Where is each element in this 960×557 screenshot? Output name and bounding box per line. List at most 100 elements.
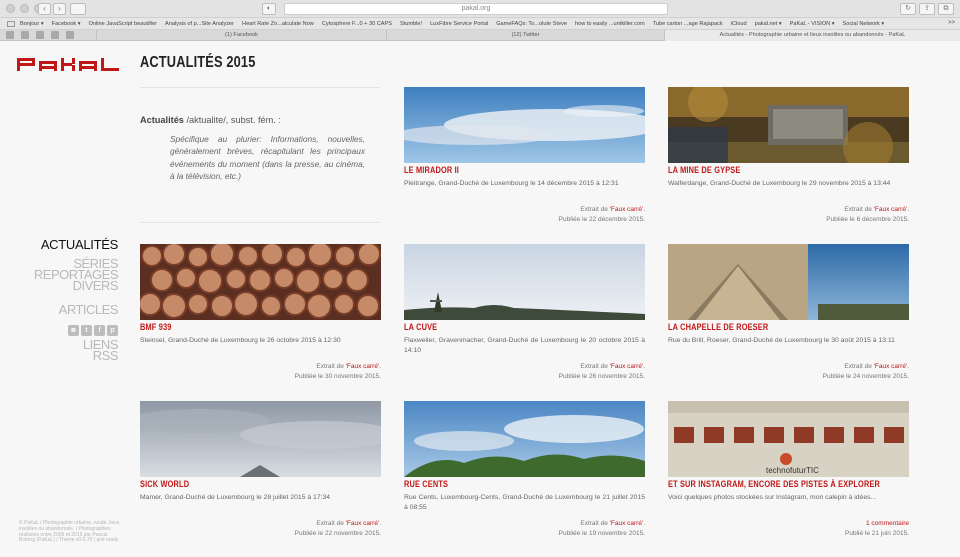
post-series: Extrait de 'Faux carré'. [580, 363, 645, 370]
bookmark-item[interactable]: Online JavaScript beautifier [89, 21, 157, 27]
bookmark-item[interactable]: Heart Rate Zo...alculate Now [242, 21, 314, 27]
post-meta: Walferdange, Grand-Duché de Luxembourg l… [668, 180, 891, 187]
definition-text: Spécifique au plurier: Informations, nou… [170, 134, 365, 181]
tab-twitter[interactable]: (12) Twitter [386, 30, 664, 41]
post-series: Extrait de 'Faux carré'. [844, 206, 909, 213]
post-title[interactable]: BMF 939 [140, 322, 338, 332]
nav-rss[interactable]: RSS [93, 349, 119, 362]
post-title[interactable]: ET SUR INSTAGRAM, ENCORE DES PISTES À EX… [668, 479, 880, 489]
post-footer: Extrait de 'Faux carré'. Publiée le 19 n… [559, 519, 645, 538]
series-link[interactable]: 'Faux carré' [874, 206, 908, 213]
nav-articles[interactable]: ARTICLES [59, 303, 119, 316]
post-thumbnail[interactable] [404, 401, 645, 477]
bookmark-item[interactable]: Analysis of p...Site Analyzer [165, 21, 234, 27]
post-meta: Rue du Brill, Roeser, Grand-Duché de Lux… [668, 337, 895, 344]
close-window-button[interactable] [6, 4, 15, 13]
address-bar[interactable]: pakal.org [284, 3, 668, 15]
post-footer: 1 commentaire Publié le 21 juin 2015. [845, 519, 909, 538]
share-button[interactable]: ⇪ [919, 3, 935, 15]
post-published: Publiée le 30 novembre 2015. [294, 372, 381, 380]
post-thumbnail[interactable]: technofuturTIC [668, 401, 909, 477]
bookmark-item[interactable]: PaKaL - VISION ▾ [790, 21, 835, 27]
post-card: BMF 939 Steinsel, Grand-Duché de Luxembo… [140, 244, 381, 380]
post-card: LA CHAPELLE DE ROESER Rue du Brill, Roes… [668, 244, 909, 380]
divider [140, 87, 380, 88]
bookmark-item[interactable]: pakal.net ▾ [755, 21, 782, 27]
series-link[interactable]: 'Faux carré' [610, 206, 644, 213]
bookmark-item[interactable]: Social Network ▾ [843, 21, 885, 27]
tab-pakal-actualites[interactable]: Actualités - Photographie urbaine et lie… [664, 30, 960, 41]
post-footer: Extrait de 'Faux carré'. Publiée le 22 d… [559, 205, 645, 224]
pinned-tab-icon[interactable] [21, 31, 29, 39]
post-meta: Mamer, Grand-Duché de Luxembourg le 28 j… [140, 494, 331, 501]
definition-pronunciation: /aktualite/, subst. fém. : [183, 115, 281, 125]
nav-group: SÉRIES REPORTAGES DIVERS [34, 257, 119, 292]
tab-facebook[interactable]: (1) Facebook [96, 30, 386, 41]
post-footer: Extrait de 'Faux carré'. Publiée le 24 n… [823, 362, 909, 381]
instagram-icon[interactable]: ◙ [68, 325, 79, 336]
pinned-tab-icon[interactable] [66, 31, 74, 39]
twitter-icon[interactable]: t [81, 325, 92, 336]
post-thumbnail[interactable] [404, 87, 645, 163]
bookmark-item[interactable]: GameFAQs: To...olute Steve [496, 21, 567, 27]
series-link[interactable]: 'Faux carré' [346, 363, 380, 370]
post-meta: Pleitrange, Grand-Duché de Luxembourg le… [404, 180, 619, 187]
tab-bar: (1) Facebook (12) Twitter Actualités - P… [0, 30, 960, 41]
post-meta: Voici quelques photos stockées sur Insta… [668, 494, 877, 501]
bookmark-item[interactable]: Facebook ▾ [52, 21, 81, 27]
post-title[interactable]: LA MINE DE GYPSE [668, 165, 866, 175]
post-title[interactable]: LE MIRADOR II [404, 165, 602, 175]
sidebar-toggle-button[interactable] [70, 3, 86, 15]
bookmark-item[interactable]: Bonjour ▾ [20, 21, 44, 27]
bookmark-item[interactable]: Tube carton ...age Rajapack [653, 21, 723, 27]
site-logo[interactable] [17, 58, 123, 71]
bookmark-item[interactable]: Stumble! [400, 21, 422, 27]
social-links: ◙ t f p [68, 325, 118, 336]
page-title: ACTUALITÉS 2015 [140, 54, 256, 71]
post-thumbnail[interactable] [668, 87, 909, 163]
post-card: LE MIRADOR II Pleitrange, Grand-Duché de… [404, 87, 645, 223]
post-title[interactable]: RUE CENTS [404, 479, 602, 489]
pinterest-icon[interactable]: p [107, 325, 118, 336]
post-thumbnail[interactable] [668, 244, 909, 320]
bookmarks-bar: Bonjour ▾ Facebook ▾ Online JavaScript b… [0, 18, 960, 30]
post-footer: Extrait de 'Faux carré'. Publiée le 26 n… [559, 362, 645, 381]
divider [140, 222, 380, 223]
back-button[interactable]: ‹ [38, 3, 51, 15]
series-link[interactable]: 'Faux carré' [874, 363, 908, 370]
bookmark-item[interactable]: LuxFibre Service Portal [430, 21, 488, 27]
series-link[interactable]: 'Faux carré' [610, 363, 644, 370]
svg-text:technofuturTIC: technofuturTIC [766, 466, 819, 475]
bookmark-item[interactable]: how to easily ...untkiller.com [575, 21, 645, 27]
post-title[interactable]: LA CUVE [404, 322, 602, 332]
nav-actualites[interactable]: ACTUALITÉS [41, 237, 118, 252]
comments-link[interactable]: 1 commentaire [845, 519, 909, 529]
privacy-shield-icon[interactable]: ◐ [262, 3, 276, 15]
series-link[interactable]: 'Faux carré' [346, 520, 380, 527]
post-title[interactable]: SICK WORLD [140, 479, 338, 489]
bookmarks-sidebar-icon[interactable] [7, 21, 15, 27]
forward-button[interactable]: › [53, 3, 66, 15]
pinned-tab-icon[interactable] [36, 31, 44, 39]
facebook-icon[interactable]: f [94, 325, 105, 336]
bookmarks-overflow-button[interactable]: >> [948, 20, 955, 26]
post-meta: Flaxweiler, Gravenmacher, Grand-Duché de… [404, 337, 645, 354]
post-published: Publié le 21 juin 2015. [845, 529, 909, 537]
copyright-text: © PaKaL / Photographie urbaine, rurale, … [19, 520, 120, 544]
post-series: Extrait de 'Faux carré'. [316, 363, 381, 370]
bookmark-item[interactable]: Cytosphere F...0 + 30 CAPS [322, 21, 392, 27]
tabs-overview-button[interactable]: ⧉ [938, 3, 954, 15]
pinned-tab-icon[interactable] [6, 31, 14, 39]
reload-button[interactable]: ↻ [900, 3, 916, 15]
minimize-window-button[interactable] [20, 4, 29, 13]
post-series: Extrait de 'Faux carré'. [580, 206, 645, 213]
post-title[interactable]: LA CHAPELLE DE ROESER [668, 322, 866, 332]
bookmark-item[interactable]: iCloud [731, 21, 747, 27]
series-link[interactable]: 'Faux carré' [610, 520, 644, 527]
post-thumbnail[interactable] [140, 244, 381, 320]
post-thumbnail[interactable] [140, 401, 381, 477]
post-thumbnail[interactable] [404, 244, 645, 320]
pinned-tab-icon[interactable] [51, 31, 59, 39]
post-published: Publiée le 22 novembre 2015. [294, 529, 381, 537]
definition-term: Actualités [140, 115, 184, 125]
